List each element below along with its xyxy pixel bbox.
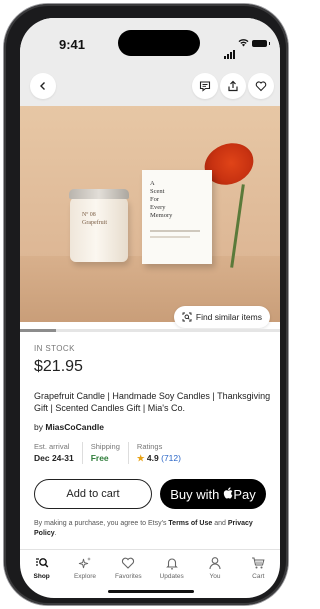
back-button[interactable] [30,73,56,99]
rating-count-link[interactable]: (712) [161,453,181,463]
chat-icon [199,81,211,92]
legal-prefix: By making a purchase, you agree to Etsy'… [34,520,167,527]
candle-box: A Scent For Every Memory [142,170,212,264]
shop-line: by MiasCoCandle [34,422,104,432]
jar-lid [69,189,129,199]
product-title: Grapefruit Candle | Handmade Soy Candles… [34,391,271,413]
tab-explore[interactable]: Explore [63,550,106,598]
pay-label: Pay [233,486,256,502]
visual-search-icon [182,312,192,322]
shipping-info: Shipping Free [91,442,129,464]
product-image[interactable]: Nº 08 Grapefruit A Scent For Every Memor… [20,106,280,328]
price: $21.95 [34,358,83,375]
apple-pay-button[interactable]: Buy with Pay [160,479,266,509]
apple-logo-icon [223,486,233,502]
terms-of-use-link[interactable]: Terms of Use [168,520,212,527]
add-to-cart-button[interactable]: Add to cart [34,479,152,509]
candle-jar: Nº 08 Grapefruit [69,189,129,262]
share-button[interactable] [220,73,246,99]
top-navigation [20,68,280,106]
ratings-info[interactable]: Ratings ★ 4.9 (712) [137,442,189,464]
tab-you[interactable]: You [193,550,236,598]
tab-cart[interactable]: Cart [237,550,280,598]
legal-suffix: . [54,530,57,537]
stock-status: IN STOCK [34,344,75,353]
find-similar-button[interactable]: Find similar items [173,306,270,328]
tab-label: Shop [33,573,50,580]
tab-label: Favorites [114,573,142,580]
buy-with-label: Buy with [170,486,220,502]
wifi-icon [238,38,249,50]
ratings-label: Ratings [136,442,163,451]
sparkles-icon [78,556,92,570]
shop-name-link[interactable]: MiasCoCandle [45,422,104,432]
favorite-button[interactable] [248,73,274,99]
jar-label-number: Nº 08 [82,212,96,218]
box-fine-print [150,230,200,232]
arrival-info: Est. arrival Dec 24-31 [34,442,83,464]
tab-shop[interactable]: Shop [20,550,63,598]
legal-and: and [214,520,226,527]
status-time: 9:41 [59,37,86,52]
tab-label: Cart [252,573,265,580]
delivery-info: Est. arrival Dec 24-31 Shipping Free Rat… [34,442,197,464]
shop-prefix: by [34,422,43,432]
legal-notice: By making a purchase, you agree to Etsy'… [34,519,270,539]
find-similar-label: Find similar items [195,312,262,322]
image-carousel-progress [20,329,280,332]
chevron-left-icon [40,82,45,90]
heart-icon [121,556,135,570]
tab-label: Updates [159,573,184,580]
ratings-value: ★ 4.9 (712) [137,453,181,464]
dynamic-island [118,30,200,56]
tab-label: Explore [73,573,97,580]
arrival-value: Dec 24-31 [34,453,74,463]
jar-label-name: Grapefruit [82,220,107,226]
bell-icon [165,556,179,570]
box-text: A Scent For Every Memory [150,180,173,219]
heart-icon [255,81,267,92]
share-icon [228,80,238,92]
shipping-label: Shipping [90,442,120,451]
image-carousel-progress-fill [20,329,57,332]
signal-icon [224,41,236,59]
box-fine-print [150,236,190,238]
person-icon [208,556,222,570]
message-seller-button[interactable] [192,73,218,99]
phone-frame: 9:41 Nº 08 Grapefruit A Scent For Every … [4,4,288,605]
cart-icon [251,556,265,570]
home-indicator [108,590,194,593]
status-bar: 9:41 [20,18,280,68]
battery-icon [252,40,270,47]
jar-label: Nº 08 Grapefruit [82,212,107,226]
tab-label: You [209,573,221,580]
arrival-label: Est. arrival [34,442,70,451]
rating-number: 4.9 [146,453,159,463]
screen: 9:41 Nº 08 Grapefruit A Scent For Every … [20,18,280,598]
star-icon: ★ [136,453,145,463]
shop-search-icon [35,556,49,570]
shipping-value: Free [90,453,109,463]
